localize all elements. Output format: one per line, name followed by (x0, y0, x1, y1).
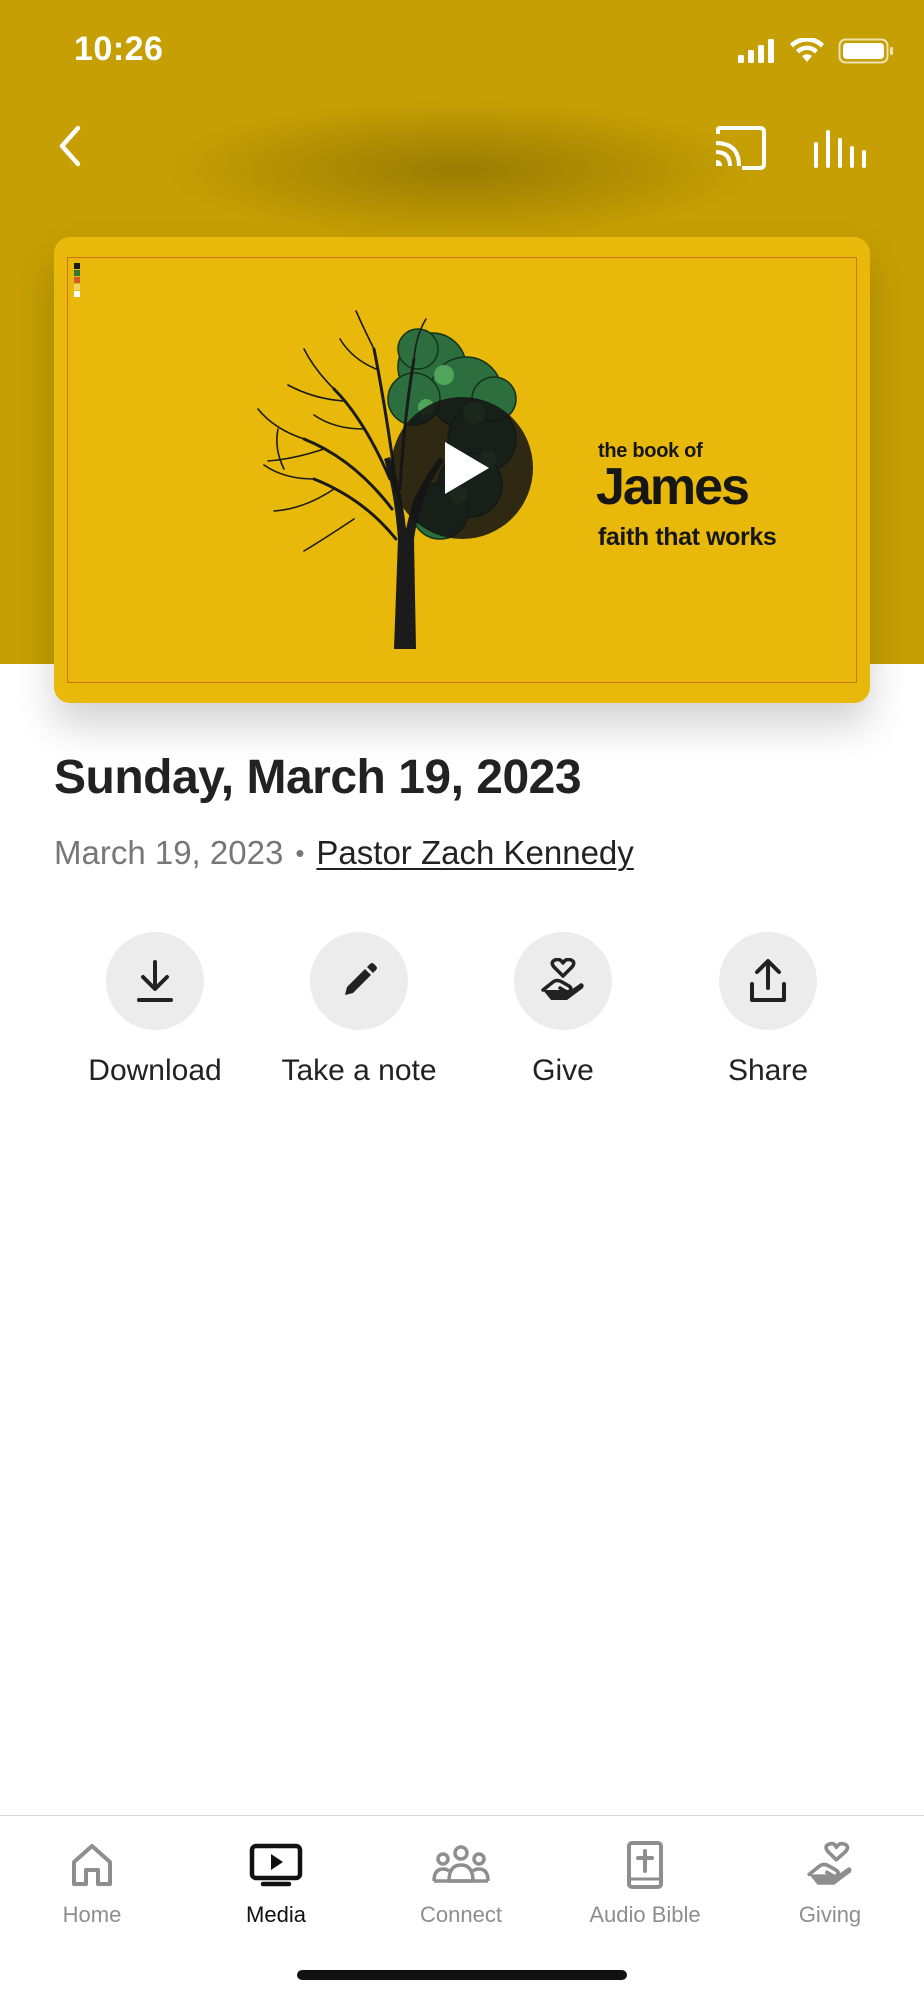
cast-icon (715, 126, 766, 170)
tab-media[interactable]: Media (186, 1834, 366, 1928)
back-button[interactable] (50, 118, 98, 174)
chevron-left-icon (59, 125, 81, 167)
people-icon (432, 1845, 490, 1883)
take-note-circle[interactable] (310, 932, 408, 1030)
give-label: Give (532, 1054, 594, 1087)
sermon-meta: March 19, 2023 • Pastor Zach Kennedy (54, 834, 634, 872)
status-bar: 10:26 (0, 0, 924, 100)
meta-separator: • (295, 837, 305, 868)
tab-connect[interactable]: Connect (371, 1834, 551, 1928)
audio-bars-icon (814, 130, 866, 168)
header-shadow (160, 100, 760, 240)
download-button[interactable]: Download (45, 932, 265, 1088)
download-label: Download (88, 1054, 222, 1087)
home-indicator (297, 1970, 627, 1980)
take-note-button[interactable]: Take a note (249, 932, 469, 1088)
share-button[interactable]: Share (658, 932, 878, 1088)
status-icons (738, 38, 894, 64)
home-icon (72, 1844, 112, 1886)
download-circle[interactable] (106, 932, 204, 1030)
bible-icon (627, 1841, 663, 1889)
tab-home-label: Home (62, 1902, 122, 1927)
cast-button[interactable] (712, 124, 768, 172)
pencil-icon (345, 963, 377, 995)
action-row: Download Take a note Give Share (0, 932, 924, 1092)
take-note-label: Take a note (281, 1054, 437, 1087)
thumbnail-swatches (74, 263, 80, 298)
play-button[interactable] (391, 397, 533, 539)
tab-giving-label: Giving (798, 1902, 862, 1927)
tab-connect-label: Connect (420, 1902, 502, 1927)
battery-icon (838, 38, 893, 64)
series-subtitle: faith that works (598, 523, 777, 551)
give-circle[interactable] (514, 932, 612, 1030)
series-title: James (596, 458, 750, 516)
tab-audio-bible[interactable]: Audio Bible (555, 1834, 735, 1928)
tab-audio-bible-label: Audio Bible (589, 1902, 701, 1927)
give-button[interactable]: Give (453, 932, 673, 1088)
share-icon (750, 959, 786, 1002)
heart-hand-icon (807, 1841, 852, 1885)
share-circle[interactable] (719, 932, 817, 1030)
download-icon (137, 960, 173, 1002)
tv-play-icon (249, 1843, 303, 1887)
wifi-icon (790, 38, 824, 62)
status-time: 10:26 (74, 30, 164, 68)
tab-home[interactable]: Home (2, 1834, 182, 1928)
signal-icon (738, 39, 774, 63)
sermon-date: March 19, 2023 (54, 834, 284, 871)
heart-hand-icon (541, 958, 584, 1000)
share-label: Share (727, 1054, 809, 1087)
speaker-link[interactable]: Pastor Zach Kennedy (316, 834, 633, 872)
tab-giving[interactable]: Giving (740, 1834, 920, 1928)
video-thumbnail[interactable]: the book of James faith that works (54, 237, 870, 703)
audio-toggle-button[interactable] (810, 124, 870, 172)
page-title: Sunday, March 19, 2023 (54, 751, 582, 804)
tab-media-label: Media (246, 1902, 306, 1927)
